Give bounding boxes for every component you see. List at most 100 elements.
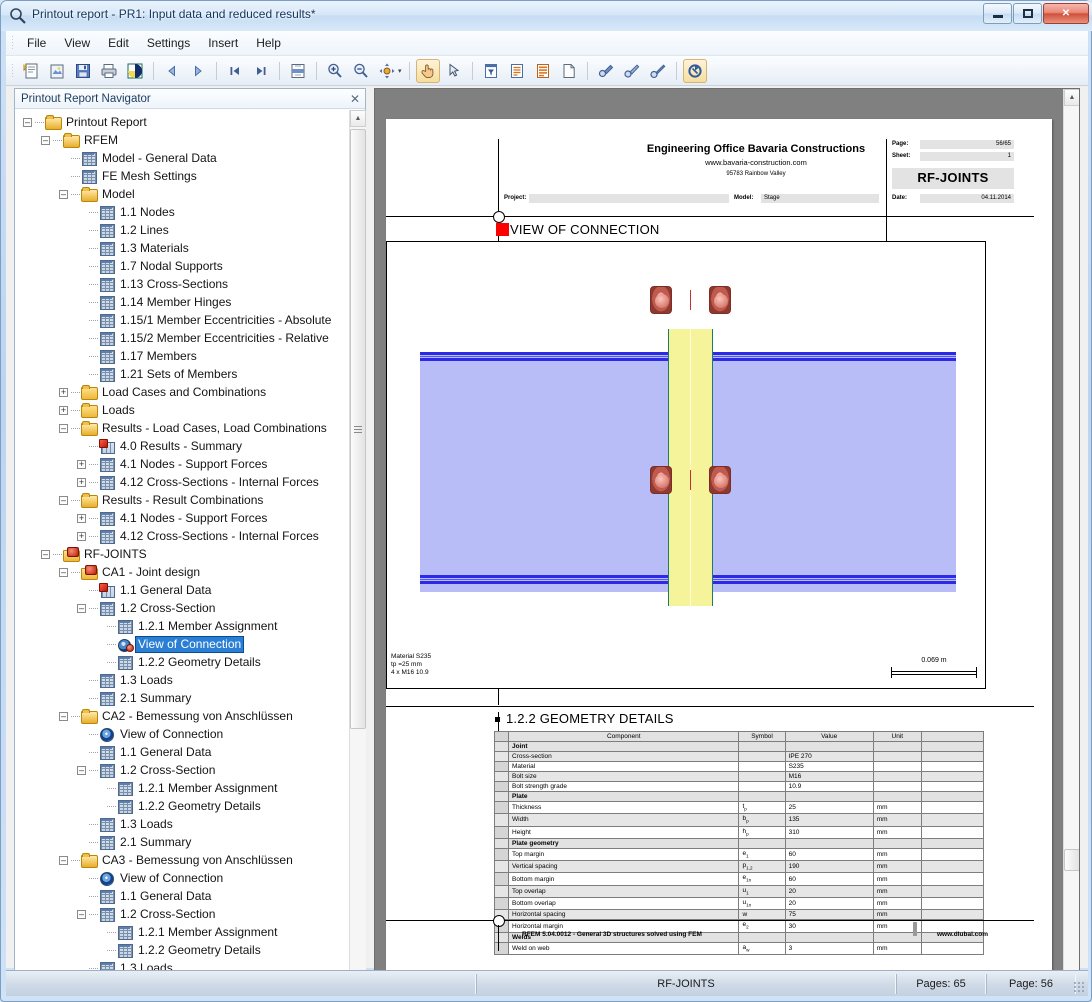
tree-item[interactable]: 1.2.1 Member Assignment: [15, 923, 349, 941]
tree-item[interactable]: – 1.2 Cross-Section: [15, 761, 349, 779]
tree-item[interactable]: – Results - Load Cases, Load Combinations: [15, 419, 349, 437]
tree-item[interactable]: 1.3 Materials: [15, 239, 349, 257]
tree-item[interactable]: + Load Cases and Combinations: [15, 383, 349, 401]
menu-insert[interactable]: Insert: [199, 32, 247, 54]
connection-drawing[interactable]: Material S235 tp =25 mm 4 x M16 10.9 0.0…: [386, 241, 986, 689]
menu-help[interactable]: Help: [247, 32, 290, 54]
zoom-in-button[interactable]: [323, 59, 347, 83]
collapse-toggle-icon[interactable]: –: [59, 567, 68, 577]
tree-item[interactable]: 1.2 Lines: [15, 221, 349, 239]
tree-item[interactable]: 2.1 Summary: [15, 689, 349, 707]
next-page-button[interactable]: [186, 59, 210, 83]
expand-toggle-icon[interactable]: +: [77, 531, 86, 541]
tree-item[interactable]: – CA3 - Bemessung von Anschlüssen: [15, 851, 349, 869]
menu-file[interactable]: File: [18, 32, 55, 54]
navigator-scroll-thumb[interactable]: [350, 129, 366, 729]
refresh-report-button[interactable]: [682, 58, 707, 83]
tree-item[interactable]: – RF-JOINTS: [15, 545, 349, 563]
tree-item[interactable]: 1.7 Nodal Supports: [15, 257, 349, 275]
tree-item[interactable]: View of Connection: [15, 635, 349, 653]
settings-global-button[interactable]: [646, 59, 670, 83]
blank-page-button[interactable]: [557, 59, 581, 83]
tree-item[interactable]: + Loads: [15, 401, 349, 419]
tree-item[interactable]: +4.12 Cross-Sections - Internal Forces: [15, 527, 349, 545]
tree-item[interactable]: 4.0 Results - Summary: [15, 437, 349, 455]
document-pane[interactable]: Engineering Office Bavaria Constructions…: [374, 88, 1080, 996]
print-preview-button[interactable]: [123, 59, 147, 83]
tree-item[interactable]: 1.2.2 Geometry Details: [15, 653, 349, 671]
expand-toggle-icon[interactable]: +: [77, 513, 86, 523]
tree-item[interactable]: 1.21 Sets of Members: [15, 365, 349, 383]
menu-settings[interactable]: Settings: [138, 32, 199, 54]
document-scroll-thumb[interactable]: [1064, 849, 1079, 871]
tree-item[interactable]: – CA2 - Bemessung von Anschlüssen: [15, 707, 349, 725]
expand-toggle-icon[interactable]: +: [59, 387, 68, 397]
collapse-toggle-icon[interactable]: –: [59, 855, 68, 865]
collapse-toggle-icon[interactable]: –: [23, 117, 32, 127]
navigator-close-icon[interactable]: ✕: [350, 92, 360, 106]
hand-select-button[interactable]: [415, 58, 440, 83]
tree-item[interactable]: – 1.2 Cross-Section: [15, 905, 349, 923]
tree-item[interactable]: 1.14 Member Hinges: [15, 293, 349, 311]
tree-item[interactable]: FE Mesh Settings: [15, 167, 349, 185]
tree-item[interactable]: – CA1 - Joint design: [15, 563, 349, 581]
new-report-button[interactable]: [19, 59, 43, 83]
document-scrollbar[interactable]: ▲ ▼: [1063, 89, 1079, 995]
pointer-select-button[interactable]: [442, 59, 466, 83]
collapse-toggle-icon[interactable]: –: [77, 765, 86, 775]
open-report-button[interactable]: [45, 59, 69, 83]
tree-item[interactable]: 1.1 General Data: [15, 743, 349, 761]
report-content-button[interactable]: [531, 59, 555, 83]
pan-view-button[interactable]: [375, 59, 399, 83]
save-button[interactable]: [71, 59, 95, 83]
expand-toggle-icon[interactable]: +: [77, 459, 86, 469]
maximize-button[interactable]: [1013, 3, 1042, 24]
tree-item[interactable]: Model - General Data: [15, 149, 349, 167]
navigator-scrollbar[interactable]: ▲ ▼: [349, 110, 366, 995]
tree-item[interactable]: 1.15/2 Member Eccentricities - Relative: [15, 329, 349, 347]
last-page-button[interactable]: [249, 59, 273, 83]
collapse-toggle-icon[interactable]: –: [59, 423, 68, 433]
tree-item[interactable]: 1.1 Nodes: [15, 203, 349, 221]
tree-item[interactable]: 2.1 Summary: [15, 833, 349, 851]
menu-view[interactable]: View: [55, 32, 99, 54]
document-scroll-up-button[interactable]: ▲: [1064, 89, 1079, 106]
tree-item[interactable]: 1.15/1 Member Eccentricities - Absolute: [15, 311, 349, 329]
tree-item[interactable]: +4.12 Cross-Sections - Internal Forces: [15, 473, 349, 491]
tree-item[interactable]: – Results - Result Combinations: [15, 491, 349, 509]
tree-item[interactable]: +4.1 Nodes - Support Forces: [15, 455, 349, 473]
tree-item[interactable]: 1.2.2 Geometry Details: [15, 797, 349, 815]
menu-edit[interactable]: Edit: [99, 32, 138, 54]
filter-table-button[interactable]: [479, 59, 503, 83]
tree-item[interactable]: +4.1 Nodes - Support Forces: [15, 509, 349, 527]
tree-item[interactable]: 1.2.2 Geometry Details: [15, 941, 349, 959]
zoom-out-button[interactable]: [349, 59, 373, 83]
tree-item[interactable]: 1.17 Members: [15, 347, 349, 365]
tree-item[interactable]: – Printout Report: [15, 113, 349, 131]
tree-item[interactable]: 1.2.1 Member Assignment: [15, 617, 349, 635]
page-setup-button[interactable]: [286, 59, 310, 83]
tree-item[interactable]: 1.1 General Data: [15, 887, 349, 905]
collapse-toggle-icon[interactable]: –: [59, 189, 68, 199]
settings-selection-button[interactable]: [620, 59, 644, 83]
tree-item[interactable]: View of Connection: [15, 869, 349, 887]
collapse-toggle-icon[interactable]: –: [41, 549, 50, 559]
table-selection-button[interactable]: [505, 59, 529, 83]
collapse-toggle-icon[interactable]: –: [59, 711, 68, 721]
tree-item[interactable]: – RFEM: [15, 131, 349, 149]
close-button[interactable]: ✕: [1043, 3, 1089, 24]
tree-item[interactable]: 1.1 General Data: [15, 581, 349, 599]
collapse-toggle-icon[interactable]: –: [77, 909, 86, 919]
tree-item[interactable]: – 1.2 Cross-Section: [15, 599, 349, 617]
tree-item[interactable]: 1.13 Cross-Sections: [15, 275, 349, 293]
minimize-button[interactable]: [983, 3, 1012, 24]
collapse-toggle-icon[interactable]: –: [41, 135, 50, 145]
expand-toggle-icon[interactable]: +: [59, 405, 68, 415]
navigator-scroll-up-button[interactable]: ▲: [350, 110, 366, 127]
tree-item[interactable]: – Model: [15, 185, 349, 203]
first-page-button[interactable]: [223, 59, 247, 83]
previous-page-button[interactable]: [160, 59, 184, 83]
collapse-toggle-icon[interactable]: –: [59, 495, 68, 505]
settings-report-button[interactable]: [594, 59, 618, 83]
resize-grip-icon[interactable]: [1073, 981, 1085, 993]
